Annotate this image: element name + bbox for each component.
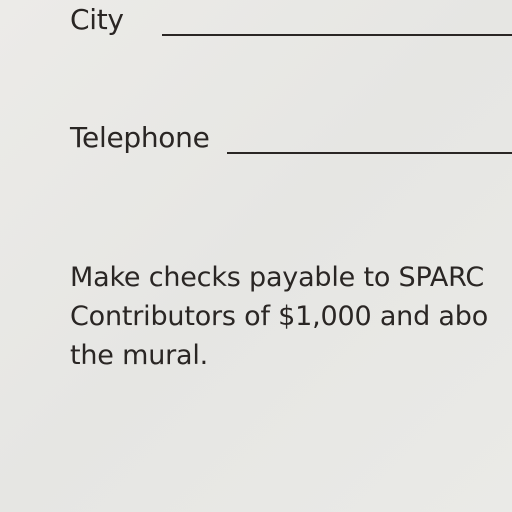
payment-note-line-3: the mural. [70, 340, 209, 371]
telephone-field-line [227, 152, 512, 154]
telephone-label: Telephone [70, 121, 210, 154]
city-label: City [70, 3, 124, 36]
payment-note-line-1: Make checks payable to SPARC [70, 262, 484, 293]
city-field-line [162, 34, 512, 36]
payment-note-line-2: Contributors of $1,000 and abo [70, 301, 489, 332]
form-page: City Telephone Make checks payable to SP… [0, 0, 512, 512]
payment-note: Make checks payable to SPARC Contributor… [70, 258, 488, 375]
